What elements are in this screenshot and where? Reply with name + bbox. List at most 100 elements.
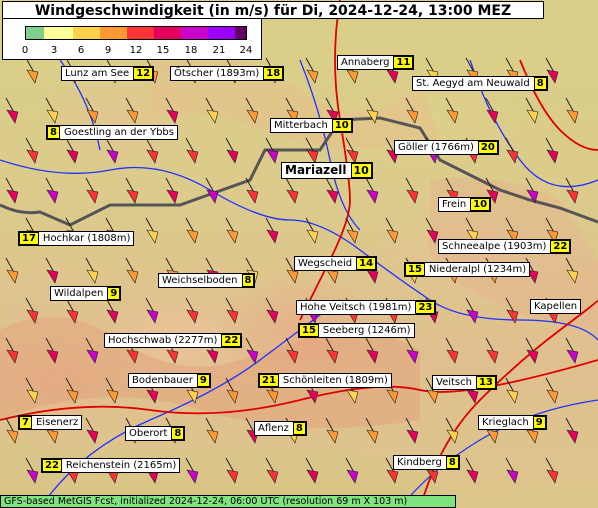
wind-arrow-head [546,389,559,404]
wind-arrow-head [506,309,519,324]
location-label[interactable]: 22 Reichenstein (2165m) [41,458,181,473]
legend-swatch-0 [26,27,44,39]
wind-arrow-head [46,109,59,124]
location-label[interactable]: Hohe Veitsch (1981m) 23 [296,300,437,315]
wind-arrow-head [226,309,239,324]
wind-arrow-head [6,189,19,204]
wind-arrow-head [286,269,299,284]
wind-arrow-head [326,269,339,284]
wind-arrow-head [446,109,459,124]
wind-arrow-head [526,349,539,364]
wind-arrow-head [226,149,239,164]
location-label[interactable]: Hochschwab (2277m) 22 [104,333,243,348]
location-label[interactable]: Bodenbauer 9 [128,373,211,388]
wind-arrow-head [26,69,39,84]
wind-arrow-head [186,149,199,164]
legend-tick: 0 [21,45,29,56]
wind-arrow-head [326,429,339,444]
location-label[interactable]: 7 Eisenerz [18,415,83,430]
wind-arrow-head [546,69,559,84]
wind-arrow-head [546,149,559,164]
location-label[interactable]: Weichselboden 8 [158,273,256,288]
location-label[interactable]: Lunz am See 12 [61,66,155,81]
wind-arrow-head [266,149,279,164]
wind-arrow-head [206,109,219,124]
legend-tick: 12 [129,45,143,56]
wind-arrow-head [126,269,139,284]
wind-arrow-head [386,69,399,84]
location-label[interactable]: 8 Goestling an der Ybbs [46,125,178,140]
wind-arrow-head [546,469,559,484]
wind-arrow-head [326,189,339,204]
legend-swatch-6 [181,27,208,39]
wind-arrow-head [366,269,379,284]
wind-arrow-head [306,229,319,244]
location-label[interactable]: 15 Seeberg (1246m) [298,323,415,338]
legend-swatch-2 [73,27,100,39]
wind-arrow-head [46,269,59,284]
location-label[interactable]: 21 Schönleiten (1809m) [258,373,392,388]
wind-arrow-head [266,229,279,244]
wind-arrow-head [166,189,179,204]
wind-legend: 0 3 6 9 12 15 18 21 24 [2,18,262,60]
legend-swatch-7 [208,27,235,39]
wind-arrow-head [486,429,499,444]
location-label[interactable]: St. Aegyd am Neuwald 8 [412,76,548,91]
location-label[interactable]: Ötscher (1893m) 18 [170,66,285,81]
location-label[interactable]: Wegscheid 14 [294,256,378,271]
wind-map: Windgeschwindigkeit (in m/s) für Di, 202… [0,0,598,508]
location-label[interactable]: Göller (1766m) 20 [394,140,499,155]
wind-arrow-head [366,189,379,204]
wind-arrow-head [66,149,79,164]
wind-arrow-head [426,389,439,404]
wind-arrow-head [206,429,219,444]
wind-arrow-head [566,349,579,364]
legend-tick: 15 [156,45,170,56]
wind-arrow-head [106,149,119,164]
wind-arrow-head [346,69,359,84]
wind-arrow-head [366,429,379,444]
wind-arrow-head [286,189,299,204]
wind-arrow-head [566,189,579,204]
location-label[interactable]: Veitsch 13 [432,375,497,390]
location-label[interactable]: 15 Niederalpl (1234m) [404,262,531,277]
wind-arrow-head [206,189,219,204]
wind-arrow-head [486,349,499,364]
legend-swatch-8 [235,27,246,39]
wind-arrow-head [86,189,99,204]
wind-arrow-head [106,309,119,324]
location-label[interactable]: Wildalpen 9 [50,286,122,301]
wind-arrow-head [506,389,519,404]
wind-arrow-head [86,269,99,284]
wind-arrow-head [46,189,59,204]
location-label[interactable]: Krieglach 9 [478,415,547,430]
wind-arrow-head [166,109,179,124]
wind-arrow-head [506,149,519,164]
location-label[interactable]: Schneealpe (1903m) 22 [438,239,572,254]
wind-arrow-head [146,229,159,244]
location-label[interactable]: Kapellen [530,299,582,314]
legend-swatch-3 [100,27,127,39]
wind-arrow-head [406,429,419,444]
wind-arrow-head [506,469,519,484]
legend-tick: 9 [104,45,112,56]
wind-arrow-head [466,469,479,484]
wind-arrow-head [6,429,19,444]
wind-arrow-head [6,109,19,124]
location-label[interactable]: Frein 10 [438,197,492,212]
wind-arrow-head [406,189,419,204]
legend-tick: 21 [212,45,226,56]
location-label[interactable]: 17 Hochkar (1808m) [18,231,135,246]
location-label-mariazell[interactable]: Mariazell 10 [281,162,373,179]
location-label[interactable]: Oberort 8 [125,426,186,441]
location-label[interactable]: Annaberg 11 [337,55,415,70]
wind-arrow-head [46,429,59,444]
map-title: Windgeschwindigkeit (in m/s) für Di, 202… [2,1,544,19]
wind-arrow-head [166,349,179,364]
location-label[interactable]: Kindberg 8 [393,455,460,470]
location-label[interactable]: Mitterbach 10 [270,118,353,133]
legend-swatch-4 [127,27,154,39]
wind-arrow-head [386,229,399,244]
wind-arrow-head [246,189,259,204]
location-label[interactable]: Aflenz 8 [254,421,307,436]
